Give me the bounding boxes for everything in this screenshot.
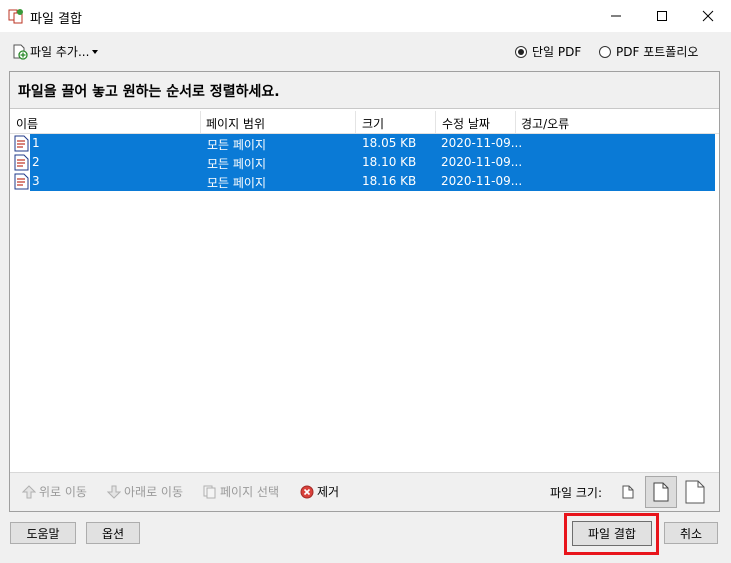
file-size-large-button[interactable] bbox=[681, 477, 709, 507]
instruction-text: 파일을 끌어 놓고 원하는 순서로 정렬하세요. bbox=[18, 84, 280, 100]
column-size[interactable]: 크기 bbox=[362, 115, 384, 132]
file-size-medium-button[interactable] bbox=[645, 476, 677, 508]
table-header: 이름 페이지 범위 크기 수정 날짜 경고/오류 bbox=[10, 111, 719, 134]
table-row[interactable]: 1 모든 페이지 18.05 KB 2020-11-09... bbox=[14, 134, 715, 153]
file-size-small-button[interactable] bbox=[619, 483, 637, 501]
arrow-up-icon bbox=[22, 484, 36, 498]
close-button[interactable] bbox=[685, 0, 731, 32]
remove-label: 제거 bbox=[317, 485, 340, 499]
file-name: 3 bbox=[32, 174, 40, 188]
action-bar: 위로 이동 아래로 이동 페이지 선택 제거 파일 크기: bbox=[10, 472, 719, 511]
single-pdf-radio[interactable] bbox=[515, 45, 527, 58]
column-modified-date[interactable]: 수정 날짜 bbox=[442, 115, 490, 132]
move-down-label: 아래로 이동 bbox=[124, 485, 184, 499]
pdf-file-icon bbox=[14, 173, 29, 190]
column-divider[interactable] bbox=[355, 111, 356, 133]
move-up-button[interactable]: 위로 이동 bbox=[22, 483, 87, 500]
file-name: 2 bbox=[32, 155, 40, 169]
select-pages-label: 페이지 선택 bbox=[220, 485, 280, 499]
medium-page-icon bbox=[653, 482, 669, 502]
large-page-icon bbox=[685, 480, 705, 504]
cancel-button[interactable]: 취소 bbox=[664, 522, 718, 544]
file-size-label: 파일 크기: bbox=[550, 486, 603, 500]
minimize-icon bbox=[611, 15, 621, 17]
pdf-file-icon bbox=[14, 135, 29, 152]
toolbar: 파일 추가... 단일 PDF PDF 포트폴리오 bbox=[0, 32, 731, 70]
single-pdf-label: 단일 PDF bbox=[532, 45, 582, 59]
modified-date: 2020-11-09... bbox=[441, 174, 523, 188]
small-page-icon bbox=[622, 485, 634, 499]
combine-files-app-icon bbox=[8, 9, 23, 24]
column-divider[interactable] bbox=[515, 111, 516, 133]
title-bar: 파일 결합 bbox=[0, 0, 731, 32]
file-size: 18.16 KB bbox=[362, 174, 417, 188]
maximize-icon bbox=[657, 11, 667, 21]
instruction-bar: 파일을 끌어 놓고 원하는 순서로 정렬하세요. bbox=[10, 72, 719, 109]
move-up-label: 위로 이동 bbox=[39, 485, 87, 499]
combine-files-button[interactable]: 파일 결합 bbox=[572, 521, 652, 546]
file-size: 18.10 KB bbox=[362, 155, 417, 169]
options-button[interactable]: 옵션 bbox=[86, 522, 140, 544]
table-row[interactable]: 3 모든 페이지 18.16 KB 2020-11-09... bbox=[14, 172, 715, 191]
column-divider[interactable] bbox=[200, 111, 201, 133]
file-size: 18.05 KB bbox=[362, 136, 417, 150]
column-page-range[interactable]: 페이지 범위 bbox=[206, 115, 265, 132]
arrow-down-icon bbox=[107, 485, 121, 499]
column-divider[interactable] bbox=[435, 111, 436, 133]
minimize-button[interactable] bbox=[593, 0, 639, 32]
move-down-button[interactable]: 아래로 이동 bbox=[107, 483, 183, 500]
help-button[interactable]: 도움말 bbox=[10, 522, 76, 544]
select-pages-button[interactable]: 페이지 선택 bbox=[203, 483, 279, 500]
page-range[interactable]: 모든 페이지 bbox=[207, 155, 266, 172]
window-title: 파일 결합 bbox=[30, 12, 82, 27]
modified-date: 2020-11-09... bbox=[441, 155, 523, 169]
caret-down-icon bbox=[92, 49, 99, 54]
add-files-button[interactable]: 파일 추가... bbox=[12, 43, 99, 60]
page-range[interactable]: 모든 페이지 bbox=[207, 174, 266, 191]
pdf-portfolio-option[interactable]: PDF 포트폴리오 bbox=[599, 43, 698, 60]
maximize-button[interactable] bbox=[639, 0, 685, 32]
file-list-panel: 파일을 끌어 놓고 원하는 순서로 정렬하세요. 이름 페이지 범위 크기 수정… bbox=[9, 71, 720, 512]
pdf-file-icon bbox=[14, 154, 29, 171]
column-warnings[interactable]: 경고/오류 bbox=[521, 115, 569, 132]
remove-icon bbox=[300, 485, 314, 498]
pdf-portfolio-label: PDF 포트폴리오 bbox=[616, 45, 699, 59]
column-name[interactable]: 이름 bbox=[16, 115, 38, 132]
page-range[interactable]: 모든 페이지 bbox=[207, 136, 266, 153]
add-file-icon bbox=[13, 44, 28, 60]
file-name: 1 bbox=[32, 136, 40, 150]
single-pdf-option[interactable]: 단일 PDF bbox=[515, 43, 581, 60]
pdf-portfolio-radio[interactable] bbox=[599, 45, 611, 58]
pages-icon bbox=[203, 485, 216, 498]
table-row[interactable]: 2 모든 페이지 18.10 KB 2020-11-09... bbox=[14, 153, 715, 172]
modified-date: 2020-11-09... bbox=[441, 136, 523, 150]
add-files-label: 파일 추가... bbox=[30, 45, 90, 59]
remove-button[interactable]: 제거 bbox=[300, 483, 339, 500]
close-icon bbox=[702, 10, 714, 22]
